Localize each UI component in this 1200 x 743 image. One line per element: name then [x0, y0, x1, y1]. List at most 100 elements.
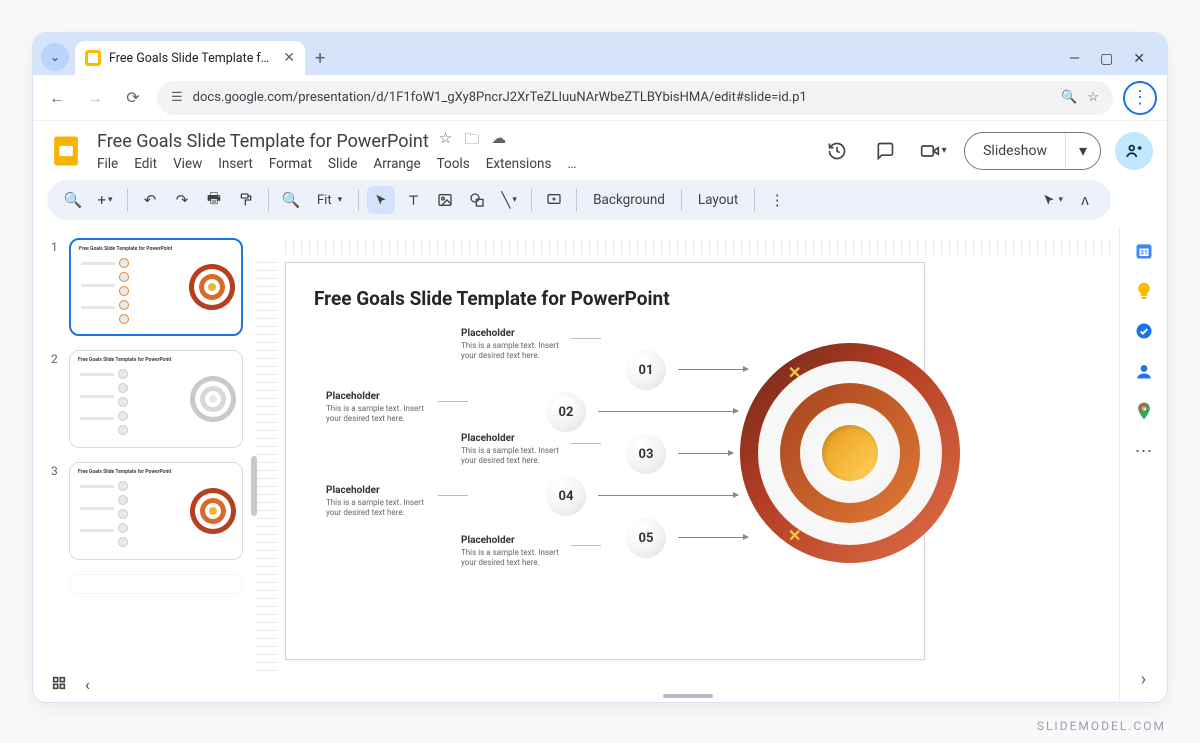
thumb-number: 3: [51, 462, 61, 560]
vertical-ruler: [257, 262, 277, 672]
slide-thumbnail[interactable]: Free Goals Slide Template for PowerPoint: [69, 350, 243, 448]
browser-menu-button[interactable]: ⋮: [1123, 81, 1157, 115]
window-controls: — ▢ ✕: [1069, 51, 1159, 75]
slide-title[interactable]: Free Goals Slide Template for PowerPoint: [314, 287, 896, 310]
browser-tab[interactable]: Free Goals Slide Template for P ✕: [75, 41, 305, 75]
workspace: 1 Free Goals Slide Template for PowerPoi…: [33, 228, 1167, 702]
slides-logo-icon[interactable]: [47, 132, 85, 170]
zoom-tool-button[interactable]: 🔍: [277, 186, 305, 214]
new-tab-button[interactable]: +: [311, 48, 333, 75]
comments-button[interactable]: [868, 134, 902, 168]
tasks-icon[interactable]: [1133, 320, 1155, 342]
undo-button[interactable]: ↶: [136, 186, 164, 214]
bubble-02[interactable]: 02: [546, 392, 586, 432]
url-toolbar: ← → ⟳ ☰ docs.google.com/presentation/d/1…: [33, 75, 1167, 121]
toolbar: 🔍 + ▾ ↶ ↷ 🖶 🔍 Fit▾ ╲ ▾ Background: [47, 180, 1111, 220]
maps-icon[interactable]: [1133, 400, 1155, 422]
filmstrip[interactable]: 1 Free Goals Slide Template for PowerPoi…: [33, 228, 257, 702]
bubble-05[interactable]: 05: [626, 518, 666, 558]
slides-favicon-icon: [85, 50, 101, 66]
layout-button[interactable]: Layout: [690, 192, 746, 208]
menu-format[interactable]: Format: [269, 156, 312, 172]
history-button[interactable]: [820, 134, 854, 168]
browser-window: ⌄ Free Goals Slide Template for P ✕ + — …: [32, 32, 1168, 703]
forward-button[interactable]: →: [81, 84, 109, 112]
insert-shape-button[interactable]: [463, 186, 491, 214]
bottom-controls: ‹: [51, 675, 90, 694]
tab-search-button[interactable]: ⌄: [41, 43, 69, 71]
editor-canvas: Free Goals Slide Template for PowerPoint…: [257, 228, 1119, 702]
menu-insert[interactable]: Insert: [218, 156, 253, 172]
bubble-01[interactable]: 01: [626, 350, 666, 390]
bubble-03[interactable]: 03: [626, 434, 666, 474]
menu-view[interactable]: View: [173, 156, 202, 172]
bubble-04[interactable]: 04: [546, 476, 586, 516]
minimize-icon[interactable]: —: [1069, 51, 1080, 67]
document-title[interactable]: Free Goals Slide Template for PowerPoint: [97, 131, 429, 152]
paint-format-button[interactable]: [232, 186, 260, 214]
insert-comment-button[interactable]: [540, 186, 568, 214]
menu-file[interactable]: File: [97, 156, 118, 172]
slide-thumbnail[interactable]: Free Goals Slide Template for PowerPoint: [69, 462, 243, 560]
edit-mode-button[interactable]: ▾: [1038, 186, 1067, 214]
toolbar-more-button[interactable]: ⋮: [763, 186, 791, 214]
insert-line-button[interactable]: ╲ ▾: [495, 186, 523, 214]
url-text: docs.google.com/presentation/d/1F1foW1_g…: [193, 90, 1052, 105]
svg-text:31: 31: [1140, 248, 1148, 256]
move-icon[interactable]: 🗀: [464, 129, 479, 154]
speaker-notes-handle[interactable]: [663, 694, 713, 698]
meet-button[interactable]: ▾: [916, 134, 950, 168]
reload-button[interactable]: ⟳: [119, 84, 147, 112]
thumb-number: 1: [51, 238, 61, 336]
star-icon[interactable]: ☆: [439, 129, 452, 154]
contacts-icon[interactable]: [1133, 360, 1155, 382]
new-slide-button[interactable]: + ▾: [91, 186, 119, 214]
select-tool-button[interactable]: [367, 186, 395, 214]
horizontal-ruler: [285, 238, 1111, 254]
menu-slide[interactable]: Slide: [328, 156, 357, 172]
close-window-icon[interactable]: ✕: [1133, 51, 1145, 67]
hide-menus-button[interactable]: ʌ: [1071, 186, 1099, 214]
addons-more-icon[interactable]: ⋯: [1133, 440, 1155, 462]
site-settings-icon[interactable]: ☰: [171, 90, 183, 105]
keep-icon[interactable]: [1133, 280, 1155, 302]
menu-bar: File Edit View Insert Format Slide Arran…: [97, 154, 808, 172]
text-box-button[interactable]: [399, 186, 427, 214]
address-bar[interactable]: ☰ docs.google.com/presentation/d/1F1foW1…: [157, 81, 1113, 115]
bookmark-star-icon[interactable]: ☆: [1087, 90, 1099, 105]
thumb-number: 2: [51, 350, 61, 448]
menu-more[interactable]: …: [567, 156, 576, 172]
back-button[interactable]: ←: [43, 84, 71, 112]
app-header: Free Goals Slide Template for PowerPoint…: [33, 121, 1167, 172]
tab-strip: ⌄ Free Goals Slide Template for P ✕ + — …: [33, 33, 1167, 75]
background-button[interactable]: Background: [585, 192, 673, 208]
redo-button[interactable]: ↷: [168, 186, 196, 214]
explore-button[interactable]: ‹: [85, 675, 90, 694]
watermark: SLIDEMODEL.COM: [1037, 719, 1166, 733]
zoom-select[interactable]: Fit▾: [309, 193, 350, 208]
cloud-status-icon[interactable]: ☁: [491, 129, 506, 154]
grid-view-button[interactable]: [51, 675, 67, 694]
slide-thumbnail[interactable]: Free Goals Slide Template for PowerPoint: [69, 238, 243, 336]
close-tab-icon[interactable]: ✕: [283, 50, 295, 66]
slideshow-button[interactable]: Slideshow: [965, 133, 1066, 169]
target-graphic[interactable]: ✕ ✕: [740, 343, 960, 563]
slide-canvas[interactable]: Free Goals Slide Template for PowerPoint…: [285, 262, 925, 660]
menu-edit[interactable]: Edit: [134, 156, 157, 172]
calendar-icon[interactable]: 31: [1133, 240, 1155, 262]
slideshow-button-group: Slideshow ▾: [964, 132, 1101, 170]
print-button[interactable]: 🖶: [200, 186, 228, 214]
share-button[interactable]: [1115, 132, 1153, 170]
slide-thumbnail[interactable]: [69, 574, 243, 594]
menu-tools[interactable]: Tools: [437, 156, 470, 172]
menu-extensions[interactable]: Extensions: [486, 156, 552, 172]
insert-image-button[interactable]: [431, 186, 459, 214]
maximize-icon[interactable]: ▢: [1100, 51, 1113, 67]
tab-title: Free Goals Slide Template for P: [109, 51, 275, 66]
side-panel-collapse-icon[interactable]: ›: [1141, 669, 1146, 690]
side-panel: 31 ⋯ ›: [1119, 228, 1167, 702]
slideshow-dropdown[interactable]: ▾: [1066, 141, 1100, 160]
menu-arrange[interactable]: Arrange: [373, 156, 420, 172]
zoom-indicator-icon[interactable]: 🔍: [1061, 90, 1077, 105]
search-menus-button[interactable]: 🔍: [59, 186, 87, 214]
